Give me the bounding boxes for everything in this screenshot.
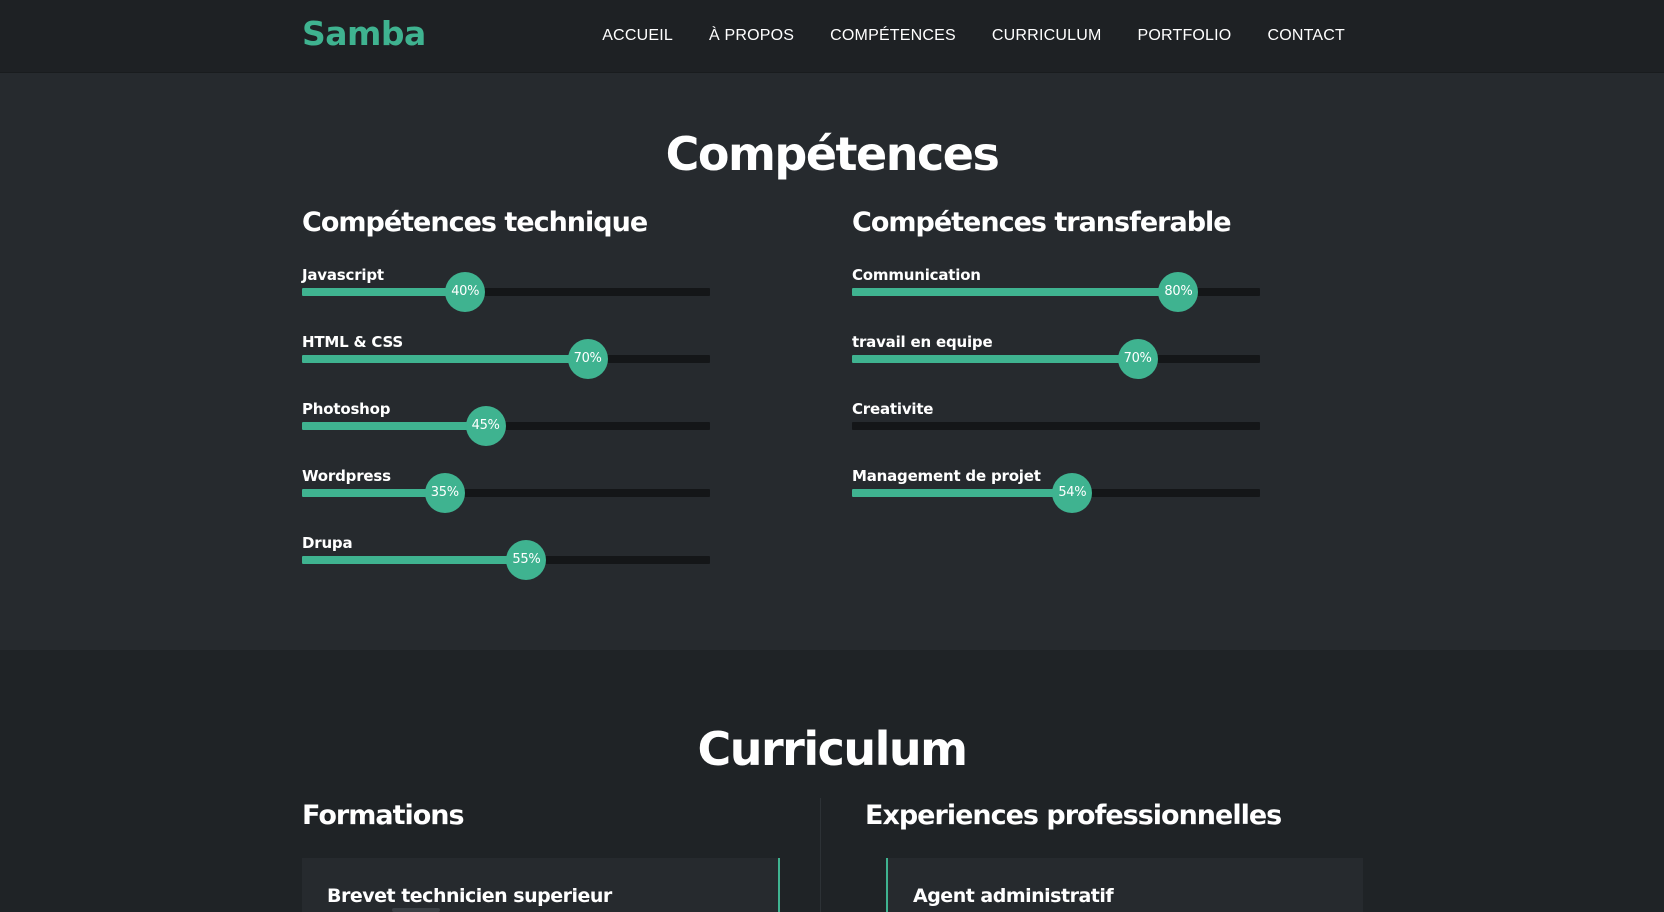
formations-title: Formations [302,800,465,831]
curriculum-section: Curriculum Formations Experiences profes… [0,650,1664,912]
skill-track: 80% [852,272,1260,312]
skill-management-de-projet: Management de projet 54% [852,467,1260,515]
skill-photoshop: Photoshop 45% [302,400,710,448]
skill-drupa: Drupa 55% [302,534,710,582]
skill-label: travail en equipe [852,333,993,351]
formation-card: Brevet technicien superieur [302,858,780,912]
experience-card-title: Agent administratif [913,885,1114,907]
skill-track: 45% [302,406,710,446]
skill-label: Photoshop [302,400,391,418]
skill-label: Javascript [302,266,384,284]
skill-percent-knob[interactable]: 70% [1117,339,1158,379]
skill-fill [302,556,527,564]
skill-track [852,422,1260,430]
nav-link-a-propos[interactable]: À PROPOS [709,27,794,45]
skills-title: Compétences [665,127,1000,181]
skill-label: HTML & CSS [302,333,404,351]
scroll-handle [392,908,440,912]
skill-label: Communication [852,266,981,284]
skill-percent-knob[interactable]: 80% [1158,272,1199,312]
skill-percent-knob[interactable]: 70% [567,339,608,379]
skill-creativite: Creativite [852,400,1260,448]
skill-percent-knob[interactable]: 45% [465,406,506,446]
nav-link-portfolio[interactable]: PORTFOLIO [1137,27,1231,45]
nav-link-contact[interactable]: CONTACT [1267,27,1345,45]
experiences-title: Experiences professionnelles [865,800,1282,831]
nav-link-curriculum[interactable]: CURRICULUM [992,27,1102,45]
transferable-skills-title: Compétences transferable [852,207,1232,238]
skill-track: 54% [852,473,1260,513]
nav-menu: ACCUEIL À PROPOS COMPÉTENCES CURRICULUM … [602,27,1345,45]
skill-fill [852,355,1138,363]
skill-label: Creativite [852,400,934,418]
skill-label: Wordpress [302,467,391,485]
skill-percent-knob[interactable]: 40% [445,272,486,312]
formation-card-title: Brevet technicien superieur [327,885,612,907]
skill-track: 70% [302,339,710,379]
timeline-divider [820,798,821,912]
skill-label: Management de projet [852,467,1041,485]
nav-link-accueil[interactable]: ACCUEIL [602,27,673,45]
skill-label: Drupa [302,534,353,552]
skill-percent-knob[interactable]: 54% [1052,473,1093,513]
curriculum-title: Curriculum [697,722,968,776]
skill-track: 35% [302,473,710,513]
experience-card: Agent administratif [886,858,1363,912]
skills-section: Compétences Compétences technique Compét… [0,73,1664,650]
skill-wordpress: Wordpress 35% [302,467,710,515]
skill-track: 55% [302,540,710,580]
navbar: Samba ACCUEIL À PROPOS COMPÉTENCES CURRI… [0,0,1664,73]
skill-percent-knob[interactable]: 55% [506,540,547,580]
nav-link-competences[interactable]: COMPÉTENCES [830,27,956,45]
skill-fill [302,489,445,497]
skill-fill [852,288,1179,296]
skill-fill [852,489,1073,497]
brand-logo[interactable]: Samba [302,14,426,53]
skill-fill [302,355,588,363]
skill-fill [302,288,466,296]
technical-skills-title: Compétences technique [302,207,648,238]
skill-track: 40% [302,272,710,312]
skill-travail-en-equipe: travail en equipe 70% [852,333,1260,381]
skill-track: 70% [852,339,1260,379]
skill-javascript: Javascript 40% [302,266,710,314]
skill-percent-knob[interactable]: 35% [424,473,465,513]
skill-communication: Communication 80% [852,266,1260,314]
skill-fill [302,422,486,430]
skill-html-css: HTML & CSS 70% [302,333,710,381]
